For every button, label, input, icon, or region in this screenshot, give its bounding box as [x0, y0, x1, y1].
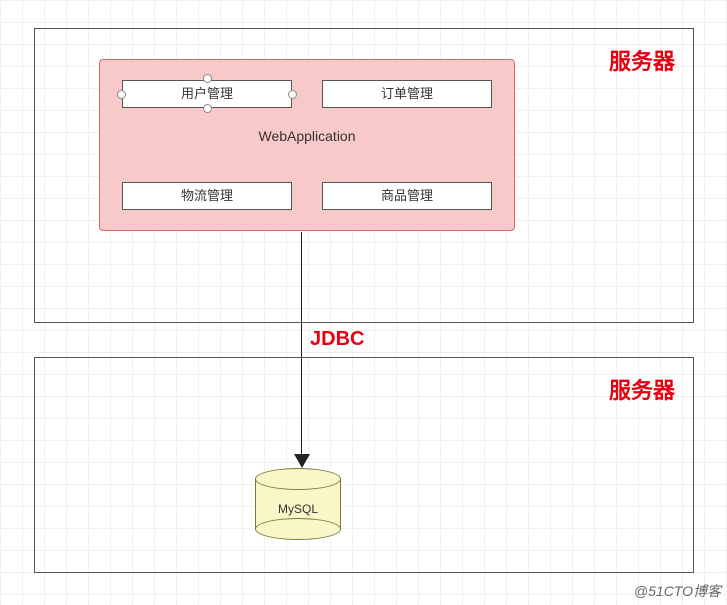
module-product: 商品管理 [322, 182, 492, 210]
selection-handle-icon [203, 74, 212, 83]
webapp-title: WebApplication [100, 128, 514, 144]
selection-handle-icon [117, 90, 126, 99]
webapp-container: WebApplication 用户管理 订单管理 物流管理 商品管理 [99, 59, 515, 231]
server-box-bottom: 服务器 MySQL [34, 357, 694, 573]
module-logistics: 物流管理 [122, 182, 292, 210]
selection-handle-icon [288, 90, 297, 99]
server-bottom-label: 服务器 [609, 373, 675, 405]
cylinder-bottom [255, 518, 341, 540]
server-box-top: 服务器 WebApplication 用户管理 订单管理 物流管理 商品管理 [34, 28, 694, 323]
selection-handle-icon [203, 104, 212, 113]
database-label: MySQL [255, 502, 341, 516]
server-top-label: 服务器 [609, 44, 675, 76]
watermark-text: @51CTO博客 [634, 581, 721, 601]
jdbc-label: JDBC [310, 328, 364, 351]
database-cylinder: MySQL [255, 468, 341, 538]
module-order: 订单管理 [322, 80, 492, 108]
cylinder-top [255, 468, 341, 490]
